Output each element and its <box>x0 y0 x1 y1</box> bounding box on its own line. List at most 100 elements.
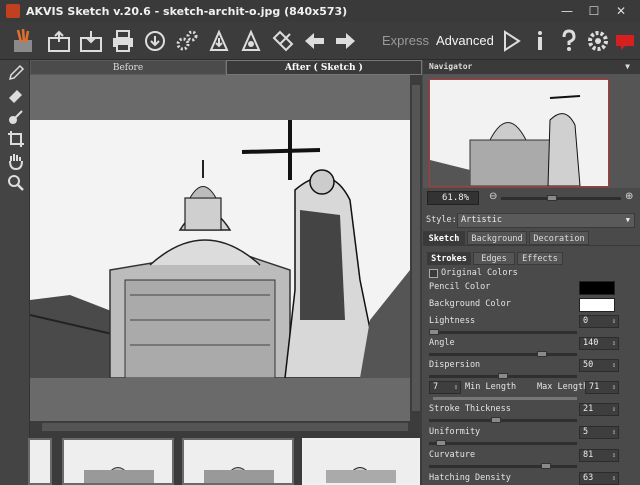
sketch-result-image <box>30 120 410 378</box>
preset-thumbnail[interactable] <box>62 438 174 485</box>
express-mode-button[interactable]: Express <box>382 33 429 48</box>
minimize-icon[interactable]: — <box>558 3 576 19</box>
load-preset-icon[interactable] <box>206 28 232 54</box>
view-tabs: Before After ( Sketch ) <box>30 60 422 75</box>
background-color-swatch[interactable] <box>579 298 615 312</box>
zoom-out-icon[interactable]: ⊖ <box>489 191 497 202</box>
navigator-image[interactable] <box>429 79 609 187</box>
undo-icon[interactable] <box>302 28 328 54</box>
save-image-icon[interactable] <box>78 28 104 54</box>
hatching-density-label: Hatching Density <box>429 473 511 483</box>
dispersion-field[interactable]: 50 ⇕ <box>579 359 619 372</box>
zoom-slider[interactable] <box>501 195 621 201</box>
stroke-thickness-slider[interactable] <box>429 417 577 423</box>
open-image-icon[interactable] <box>46 28 72 54</box>
tab-decoration[interactable]: Decoration <box>529 231 589 245</box>
batch-settings-icon[interactable] <box>174 28 200 54</box>
pencil-tool-icon[interactable] <box>7 64 25 82</box>
tab-sketch[interactable]: Sketch <box>423 231 465 245</box>
original-colors-checkbox[interactable] <box>429 269 438 278</box>
settings-tabs: Sketch Background Decoration <box>423 231 640 245</box>
run-icon[interactable] <box>498 28 524 54</box>
brush-settings-icon[interactable] <box>270 28 296 54</box>
preset-thumbnail-selected[interactable] <box>302 438 420 485</box>
uniformity-label: Uniformity <box>429 427 481 437</box>
help-icon[interactable] <box>556 28 582 54</box>
curvature-field[interactable]: 81 ⇕ <box>579 449 619 462</box>
info-icon[interactable] <box>527 28 553 54</box>
print-icon[interactable] <box>110 28 136 54</box>
crop-tool-icon[interactable] <box>7 130 25 148</box>
preferences-gear-icon[interactable] <box>585 28 611 54</box>
style-row: Style: Artistic ▼ <box>423 213 640 229</box>
hatching-density-field[interactable]: 63 ⇕ <box>579 472 619 485</box>
app-window: AKVIS Sketch v.20.6 - sketch-archit-o.jp… <box>0 0 640 485</box>
background-color-label: Background Color <box>429 299 511 309</box>
advanced-mode-button[interactable]: Advanced <box>436 33 494 48</box>
min-length-value: 7 <box>433 382 439 392</box>
slider-knob[interactable] <box>429 329 439 335</box>
angle-field[interactable]: 140 ⇕ <box>579 337 619 350</box>
history-brush-tool-icon[interactable] <box>7 108 25 126</box>
pencil-color-row: Pencil Color <box>429 281 634 298</box>
stroke-thickness-label: Stroke Thickness <box>429 404 511 414</box>
news-icon[interactable] <box>613 28 639 54</box>
redo-icon[interactable] <box>332 28 358 54</box>
style-select[interactable]: Artistic ▼ <box>457 213 635 228</box>
lightness-field[interactable]: 0 ⇕ <box>579 315 619 328</box>
background-color-row: Background Color <box>429 298 634 315</box>
dispersion-row: Dispersion 50 ⇕ <box>429 359 634 382</box>
window-title: AKVIS Sketch v.20.6 - sketch-archit-o.jp… <box>26 4 348 18</box>
slider-knob[interactable] <box>436 440 446 446</box>
lightness-slider[interactable] <box>429 329 577 335</box>
tab-after[interactable]: After ( Sketch ) <box>226 60 422 75</box>
image-viewport[interactable] <box>30 75 410 421</box>
tab-strokes[interactable]: Strokes <box>427 252 471 265</box>
preset-thumbnail[interactable] <box>182 438 294 485</box>
save-preset-icon[interactable] <box>238 28 264 54</box>
toolbar: Express Advanced <box>0 22 640 60</box>
tab-edges[interactable]: Edges <box>473 252 515 265</box>
close-icon[interactable]: ✕ <box>612 3 630 19</box>
zoom-field[interactable]: 61.8% <box>427 191 479 205</box>
pencil-color-swatch[interactable] <box>579 281 615 295</box>
collapse-icon[interactable]: ▼ <box>625 60 630 74</box>
curvature-slider[interactable] <box>429 463 577 469</box>
max-length-field[interactable]: 71 ⇕ <box>585 381 619 394</box>
uniformity-field[interactable]: 5 ⇕ <box>579 426 619 439</box>
length-range-slider[interactable] <box>433 397 577 400</box>
hand-tool-icon[interactable] <box>7 152 25 171</box>
lightness-row: Lightness 0 ⇕ <box>429 315 634 338</box>
zoom-tool-icon[interactable] <box>7 174 25 192</box>
lightness-value: 0 <box>583 316 589 326</box>
dispersion-slider[interactable] <box>429 373 577 379</box>
eraser-tool-icon[interactable] <box>7 86 25 104</box>
title-bar: AKVIS Sketch v.20.6 - sketch-archit-o.jp… <box>0 0 640 22</box>
angle-slider[interactable] <box>429 351 577 357</box>
tab-effects[interactable]: Effects <box>517 252 563 265</box>
angle-label: Angle <box>429 338 455 348</box>
curvature-value: 81 <box>583 450 594 460</box>
curvature-row: Curvature 81 ⇕ <box>429 449 634 472</box>
min-length-field[interactable]: 7 ⇕ <box>429 381 461 394</box>
original-colors-row: Original Colors <box>429 268 634 280</box>
style-value: Artistic <box>461 215 502 225</box>
slider-knob[interactable] <box>498 373 508 379</box>
slider-knob[interactable] <box>541 463 551 469</box>
tab-before[interactable]: Before <box>30 60 226 75</box>
share-icon[interactable] <box>142 28 168 54</box>
stroke-thickness-value: 21 <box>583 404 594 414</box>
stroke-thickness-field[interactable]: 21 ⇕ <box>579 403 619 416</box>
slider-knob[interactable] <box>537 351 547 357</box>
stroke-subtabs: Strokes Edges Effects <box>427 252 636 265</box>
zoom-in-icon[interactable]: ⊕ <box>625 191 633 202</box>
dispersion-label: Dispersion <box>429 360 481 370</box>
slider-knob[interactable] <box>491 417 501 423</box>
horizontal-scrollbar[interactable] <box>30 421 422 433</box>
uniformity-slider[interactable] <box>429 440 577 446</box>
maximize-icon[interactable]: ☐ <box>585 3 603 19</box>
tab-background[interactable]: Background <box>467 231 527 245</box>
vertical-scrollbar[interactable] <box>410 75 422 421</box>
pencil-color-label: Pencil Color <box>429 282 491 292</box>
preset-thumbnail[interactable] <box>28 438 52 485</box>
